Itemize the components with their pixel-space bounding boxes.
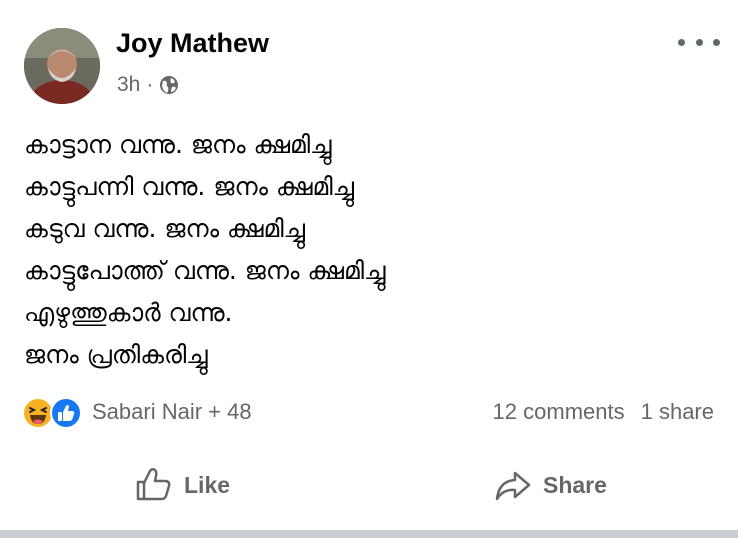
like-button[interactable]: Like — [134, 458, 230, 512]
author-name[interactable]: Joy Mathew — [116, 28, 269, 59]
meta-separator: · — [146, 73, 154, 96]
more-options-icon[interactable] — [678, 30, 720, 54]
thumbs-up-icon — [136, 467, 171, 501]
share-button[interactable]: Share — [493, 458, 607, 512]
post-text-line: കടുവ വന്നു. ജനം ക്ഷമിച്ചു — [24, 214, 306, 243]
post-card: Joy Mathew 3h · കാട്ടാന വന്നു. ജനം ക്ഷമി… — [0, 0, 738, 530]
post-text-line: കാട്ടാന വന്നു. ജനം ക്ഷമിച്ചു — [24, 130, 332, 159]
comments-count[interactable]: 12 comments — [493, 399, 625, 425]
post-time[interactable]: 3h — [117, 73, 140, 97]
share-label: Share — [543, 471, 607, 498]
post-meta: 3h · — [117, 72, 179, 98]
action-bar: Like Share — [0, 458, 738, 512]
like-reaction-icon — [50, 397, 82, 429]
feed-divider — [0, 530, 738, 538]
avatar-photo — [24, 28, 100, 104]
post-text-line: ജനം പ്രതികരിച്ചു — [24, 340, 208, 369]
post-text-line: കാട്ടുപന്നി വന്നു. ജനം ക്ഷമിച്ചു — [24, 172, 354, 201]
globe-icon[interactable] — [159, 75, 179, 95]
share-arrow-icon — [495, 471, 531, 501]
post-text-line: എഴുത്തുകാർ വന്നു. — [24, 298, 233, 327]
reactions-summary[interactable]: Sabari Nair + 48 — [22, 394, 252, 430]
post-text: കാട്ടാന വന്നു. ജനം ക്ഷമിച്ചു കാട്ടുപന്നി… — [24, 124, 714, 376]
post-text-line: കാട്ടുപോത്ത് വന്നു. ജനം ക്ഷമിച്ചു — [24, 256, 386, 285]
reactions-label: Sabari Nair + 48 — [92, 399, 252, 424]
engagement-counts: 12 comments 1 share — [493, 396, 714, 428]
author-avatar[interactable] — [24, 28, 100, 104]
like-label: Like — [184, 471, 231, 498]
shares-count[interactable]: 1 share — [641, 399, 714, 425]
reaction-icons — [22, 395, 88, 429]
